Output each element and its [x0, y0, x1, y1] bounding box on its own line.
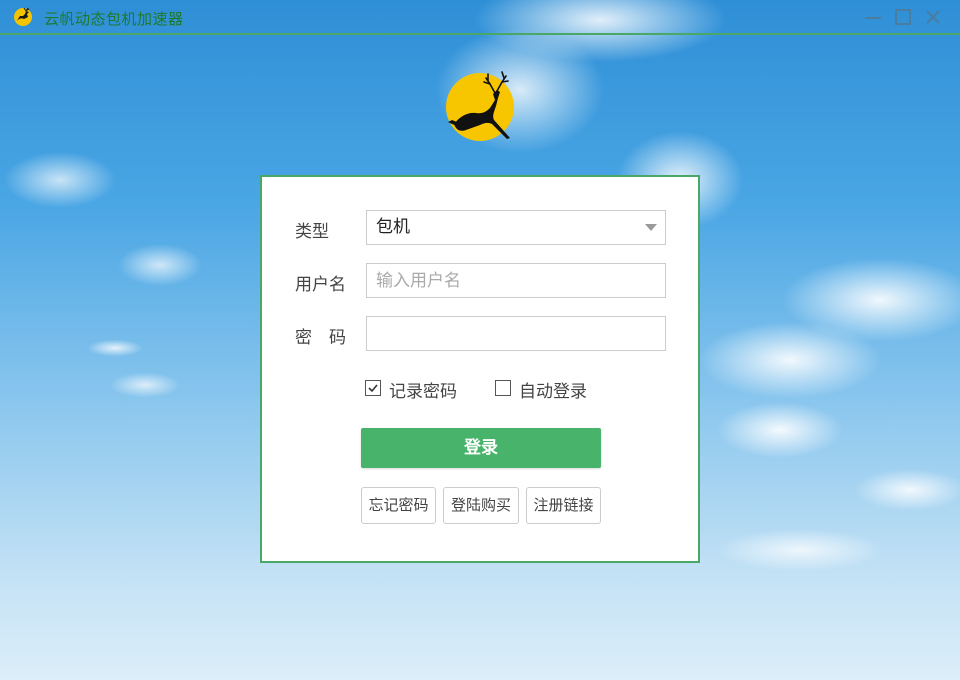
- leaping-deer-moon-icon: [446, 71, 514, 141]
- deer-logo-icon: [14, 7, 32, 26]
- username-input[interactable]: [366, 263, 666, 298]
- password-label: 密 码: [295, 328, 346, 348]
- type-row: 类型 包机: [262, 210, 698, 245]
- username-label: 用户名: [295, 275, 346, 295]
- minimize-button[interactable]: [862, 6, 884, 28]
- maximize-button[interactable]: [892, 6, 914, 28]
- login-button[interactable]: 登录: [361, 428, 601, 468]
- close-button[interactable]: [922, 6, 944, 28]
- register-link-button[interactable]: 注册链接: [526, 487, 601, 524]
- title-bar: 云帆动态包机加速器: [0, 0, 960, 35]
- maximize-icon: [895, 9, 911, 25]
- close-icon: [926, 10, 940, 24]
- options-row: 记录密码 自动登录: [262, 377, 698, 402]
- checkmark-icon: [368, 384, 378, 393]
- checkbox-box: [495, 380, 511, 396]
- type-label: 类型: [295, 222, 329, 242]
- password-row: 密 码: [262, 316, 698, 351]
- type-selected-value: 包机: [376, 217, 410, 237]
- type-select[interactable]: 包机: [366, 210, 666, 245]
- minimize-icon: [865, 17, 881, 19]
- auto-login-label: 自动登录: [519, 382, 587, 402]
- checkbox-box: [365, 380, 381, 396]
- login-buy-button[interactable]: 登陆购买: [443, 487, 519, 524]
- password-input[interactable]: [366, 316, 666, 351]
- username-row: 用户名: [262, 263, 698, 298]
- remember-password-label: 记录密码: [389, 382, 457, 402]
- login-panel: 类型 包机 用户名 密 码 记录密码 自动登录 登录 忘记密码 登陆购买 注册链…: [260, 175, 700, 563]
- chevron-down-icon: [645, 224, 657, 231]
- window-title: 云帆动态包机加速器: [44, 10, 184, 28]
- forgot-password-button[interactable]: 忘记密码: [361, 487, 436, 524]
